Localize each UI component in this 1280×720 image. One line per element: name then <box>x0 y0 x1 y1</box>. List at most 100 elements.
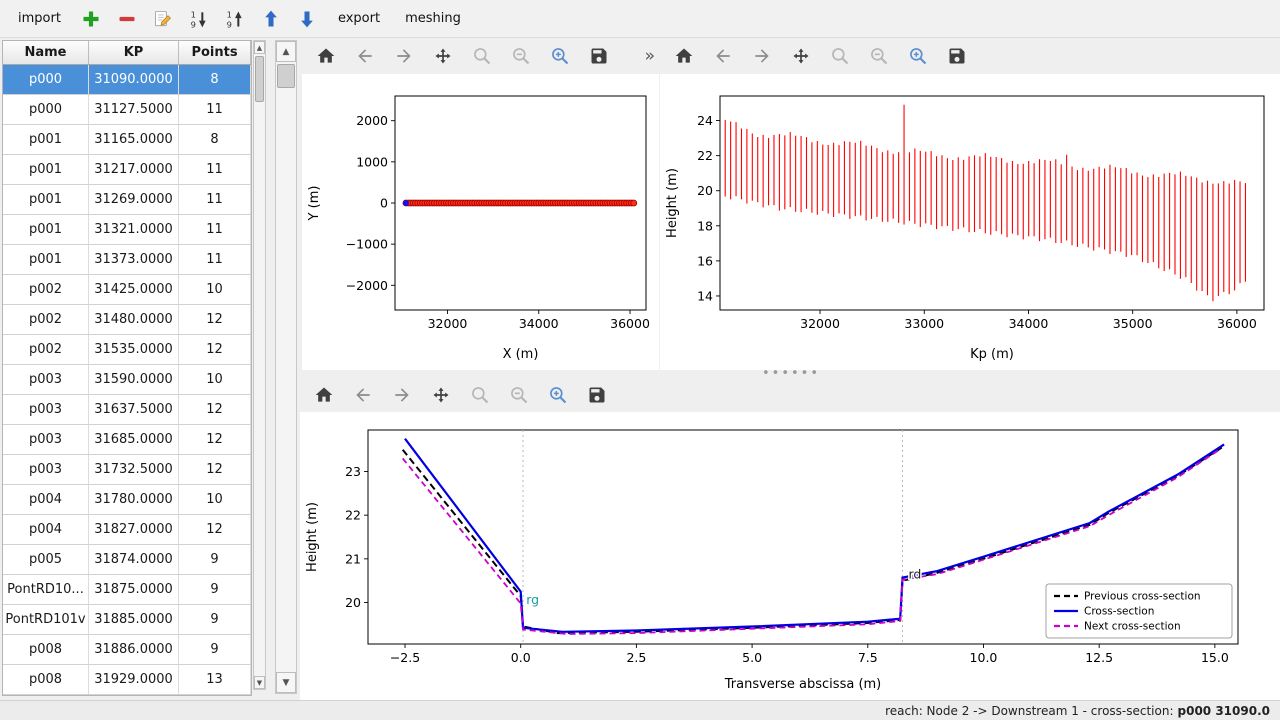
cell-points: 12 <box>179 515 251 544</box>
table-scrollbar[interactable]: ▲ ▼ <box>253 40 266 690</box>
table-row[interactable]: p00531874.00009 <box>3 545 251 575</box>
cell-name: p003 <box>3 365 89 394</box>
save-icon <box>589 46 609 66</box>
table-row[interactable]: p00431827.000012 <box>3 515 251 545</box>
nav-forward-button[interactable] <box>748 43 775 70</box>
nav-back-button[interactable] <box>351 43 378 70</box>
nav-save-button[interactable] <box>585 43 612 70</box>
table-row[interactable]: PontRD101v31885.00009 <box>3 605 251 635</box>
svg-text:15.0: 15.0 <box>1201 650 1229 665</box>
move-down-button[interactable] <box>294 5 321 32</box>
nav-forward-button[interactable] <box>390 43 417 70</box>
table-row[interactable]: p00331637.500012 <box>3 395 251 425</box>
nav-zoom-rect-button[interactable] <box>544 382 571 409</box>
export-button[interactable]: export <box>330 7 388 30</box>
table-row[interactable]: p00231480.000012 <box>3 305 251 335</box>
import-button[interactable]: import <box>10 7 69 30</box>
table-row[interactable]: p00131165.00008 <box>3 125 251 155</box>
scrollbar-thumb[interactable] <box>255 56 264 102</box>
cell-kp: 31590.0000 <box>89 365 179 394</box>
nav-home-button[interactable] <box>312 43 339 70</box>
toolbar-overflow-button[interactable]: » <box>645 46 655 66</box>
move-up-button[interactable] <box>258 5 285 32</box>
plan-view-figure[interactable]: 320003400036000−2000−1000010002000X (m)Y… <box>302 74 659 370</box>
svg-text:Previous cross-section: Previous cross-section <box>1084 591 1201 603</box>
scroll-up-button[interactable]: ▲ <box>276 41 296 62</box>
cell-name: p008 <box>3 635 89 664</box>
column-header-kp[interactable]: KP <box>89 41 179 64</box>
nav-zoom-button[interactable] <box>468 43 495 70</box>
longitudinal-view-figure[interactable]: 3200033000340003500036000141618202224Kp … <box>660 74 1280 370</box>
svg-text:Next cross-section: Next cross-section <box>1084 621 1181 633</box>
nav-zoom-rect-button[interactable] <box>904 43 931 70</box>
meshing-button[interactable]: meshing <box>397 7 469 30</box>
column-header-points[interactable]: Points <box>179 41 251 64</box>
nav-forward-button[interactable] <box>388 382 415 409</box>
zoom-rect-icon <box>548 385 568 405</box>
home-icon <box>316 46 336 66</box>
table-row[interactable]: p00431780.000010 <box>3 485 251 515</box>
nav-back-button[interactable] <box>349 382 376 409</box>
scroll-up-arrow-icon[interactable]: ▲ <box>254 41 265 54</box>
nav-pan-button[interactable] <box>427 382 454 409</box>
table-row[interactable]: p00031127.500011 <box>3 95 251 125</box>
table-row[interactable]: p00831929.000013 <box>3 665 251 695</box>
scroll-down-arrow-icon[interactable]: ▼ <box>254 676 265 689</box>
cell-name: p001 <box>3 125 89 154</box>
remove-cross-section-button[interactable] <box>114 5 141 32</box>
table-row[interactable]: p00331685.000012 <box>3 425 251 455</box>
plus-icon <box>81 9 101 29</box>
nav-zoom-out-button[interactable] <box>865 43 892 70</box>
svg-text:−1000: −1000 <box>346 237 388 252</box>
table-row[interactable]: p00131269.000011 <box>3 185 251 215</box>
scroll-down-button[interactable]: ▼ <box>276 672 296 693</box>
cross-sections-table: Name KP Points p00031090.00008p00031127.… <box>2 40 252 696</box>
horizontal-splitter-handle[interactable]: •••••• <box>302 370 1280 378</box>
table-row[interactable]: p00231425.000010 <box>3 275 251 305</box>
cross-section-editor-window: import 1 9 1 9 export meshing <box>0 0 1280 720</box>
svg-text:5.0: 5.0 <box>742 650 762 665</box>
cross-section-figure[interactable]: −2.50.02.55.07.510.012.515.020212223Tran… <box>300 412 1280 700</box>
nav-home-button[interactable] <box>310 382 337 409</box>
cross-section-nav-toolbar <box>300 378 1280 412</box>
cell-points: 12 <box>179 305 251 334</box>
table-row[interactable]: p00231535.000012 <box>3 335 251 365</box>
table-row[interactable]: PontRD10...31875.00009 <box>3 575 251 605</box>
table-row[interactable]: p00331590.000010 <box>3 365 251 395</box>
nav-zoom-rect-button[interactable] <box>546 43 573 70</box>
svg-text:Transverse abscissa (m): Transverse abscissa (m) <box>724 677 882 692</box>
nav-zoom-button[interactable] <box>826 43 853 70</box>
table-row[interactable]: p00131217.000011 <box>3 155 251 185</box>
svg-text:rg: rg <box>526 592 539 607</box>
svg-text:34000: 34000 <box>1009 316 1049 331</box>
edit-cross-section-button[interactable] <box>150 5 177 32</box>
nav-zoom-out-button[interactable] <box>505 382 532 409</box>
zoom-icon <box>470 385 490 405</box>
longitudinal-view-panel: 3200033000340003500036000141618202224Kp … <box>660 38 1280 370</box>
back-arrow-icon <box>353 385 373 405</box>
nav-save-button[interactable] <box>583 382 610 409</box>
nav-zoom-out-button[interactable] <box>507 43 534 70</box>
cell-points: 11 <box>179 95 251 124</box>
sort-down-button[interactable]: 1 9 <box>186 5 213 32</box>
nav-pan-button[interactable] <box>787 43 814 70</box>
svg-text:35000: 35000 <box>1113 316 1153 331</box>
table-row[interactable]: p00131373.000011 <box>3 245 251 275</box>
table-row[interactable]: p00331732.500012 <box>3 455 251 485</box>
cell-points: 12 <box>179 425 251 454</box>
nav-save-button[interactable] <box>943 43 970 70</box>
table-row[interactable]: p00031090.00008 <box>3 65 251 95</box>
svg-text:0.0: 0.0 <box>511 650 531 665</box>
column-header-name[interactable]: Name <box>3 41 89 64</box>
panel-scrollbar[interactable]: ▲ ▼ <box>275 40 297 694</box>
sort-up-button[interactable]: 1 9 <box>222 5 249 32</box>
nav-home-button[interactable] <box>670 43 697 70</box>
add-cross-section-button[interactable] <box>78 5 105 32</box>
scrollbar-thumb[interactable] <box>277 64 295 88</box>
nav-pan-button[interactable] <box>429 43 456 70</box>
nav-zoom-button[interactable] <box>466 382 493 409</box>
nav-back-button[interactable] <box>709 43 736 70</box>
table-row[interactable]: p00131321.000011 <box>3 215 251 245</box>
table-row[interactable]: p00831886.00009 <box>3 635 251 665</box>
svg-text:X (m): X (m) <box>503 347 539 362</box>
